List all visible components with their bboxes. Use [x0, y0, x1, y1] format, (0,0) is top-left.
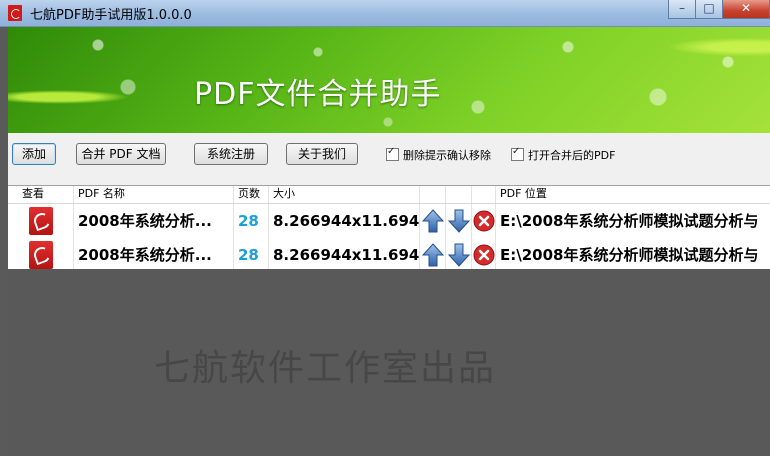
header-move-up[interactable] — [420, 186, 446, 203]
file-table: 查看 PDF 名称 页数 大小 PDF 位置 2008年系统分析... 28 8… — [8, 185, 770, 273]
delete-icon[interactable] — [473, 210, 495, 232]
window-title: 七航PDF助手试用版1.0.0.0 — [30, 8, 192, 23]
table-header: 查看 PDF 名称 页数 大小 PDF 位置 — [8, 186, 770, 204]
move-down-cell[interactable] — [446, 204, 472, 238]
open-after-merge-checkbox[interactable]: 打开合并后的PDF — [511, 146, 616, 163]
pages-cell: 28 — [234, 204, 269, 238]
toolbar: 添加 合并 PDF 文档 系统注册 关于我们 删除提示确认移除 打开合并后的PD… — [8, 133, 770, 177]
header-pages[interactable]: 页数 — [234, 186, 269, 203]
delete-cell[interactable] — [472, 238, 496, 272]
move-up-cell[interactable] — [420, 238, 446, 272]
size-cell: 8.266944x11.69444 — [269, 238, 420, 272]
header-size[interactable]: 大小 — [269, 186, 420, 203]
open-after-merge-label: 打开合并后的PDF — [528, 149, 616, 162]
pdf-location-cell: E:\2008年系统分析师模拟试题分析与 — [500, 212, 759, 230]
arrow-up-icon[interactable] — [422, 243, 444, 267]
pdf-name-cell: 2008年系统分析... — [74, 238, 234, 272]
move-up-cell[interactable] — [420, 204, 446, 238]
main-window: PDF文件合并助手 添加 合并 PDF 文档 系统注册 关于我们 删除提示确认移… — [8, 27, 770, 456]
arrow-down-icon[interactable] — [448, 209, 470, 233]
header-move-down[interactable] — [446, 186, 472, 203]
view-cell[interactable] — [8, 238, 74, 272]
pdf-file-icon[interactable] — [29, 207, 53, 235]
delete-icon[interactable] — [473, 244, 495, 266]
add-button[interactable]: 添加 — [12, 143, 56, 165]
maximize-button[interactable]: □ — [695, 0, 723, 19]
pdf-file-icon[interactable] — [29, 241, 53, 269]
header-pdf-location[interactable]: PDF 位置 — [496, 186, 770, 203]
size-cell: 8.266944x11.69444 — [269, 204, 420, 238]
title-bar: 七航PDF助手试用版1.0.0.0 – □ ✕ — [0, 0, 770, 27]
delete-cell[interactable] — [472, 204, 496, 238]
table-row[interactable]: 2008年系统分析... 28 8.266944x11.69444 E:\200… — [8, 204, 770, 239]
pages-cell: 28 — [234, 238, 269, 272]
studio-watermark: 七航软件工作室出品 — [154, 348, 497, 389]
pdf-location-cell: E:\2008年系统分析师模拟试题分析与 — [500, 246, 759, 264]
confirm-delete-checkbox[interactable]: 删除提示确认移除 — [386, 146, 491, 163]
merge-pdf-button[interactable]: 合并 PDF 文档 — [76, 143, 166, 165]
view-cell[interactable] — [8, 204, 74, 238]
checkbox-checked-icon[interactable] — [511, 146, 524, 161]
table-row[interactable]: 2008年系统分析... 28 8.266944x11.69444 E:\200… — [8, 238, 770, 273]
minimize-button[interactable]: – — [668, 0, 696, 19]
empty-list-area: 七航软件工作室出品 — [8, 269, 770, 456]
close-button[interactable]: ✕ — [722, 0, 770, 19]
header-delete[interactable] — [472, 186, 496, 203]
header-view[interactable]: 查看 — [8, 186, 74, 203]
pdf-name-cell: 2008年系统分析... — [74, 204, 234, 238]
arrow-down-icon[interactable] — [448, 243, 470, 267]
banner-title: PDF文件合并助手 — [194, 77, 442, 112]
arrow-up-icon[interactable] — [422, 209, 444, 233]
banner: PDF文件合并助手 — [8, 27, 770, 133]
about-button[interactable]: 关于我们 — [286, 143, 358, 165]
register-button[interactable]: 系统注册 — [194, 143, 268, 165]
header-pdf-name[interactable]: PDF 名称 — [74, 186, 234, 203]
pdf-app-icon — [8, 5, 22, 21]
checkbox-checked-icon[interactable] — [386, 146, 399, 161]
move-down-cell[interactable] — [446, 238, 472, 272]
confirm-delete-label: 删除提示确认移除 — [403, 149, 491, 162]
